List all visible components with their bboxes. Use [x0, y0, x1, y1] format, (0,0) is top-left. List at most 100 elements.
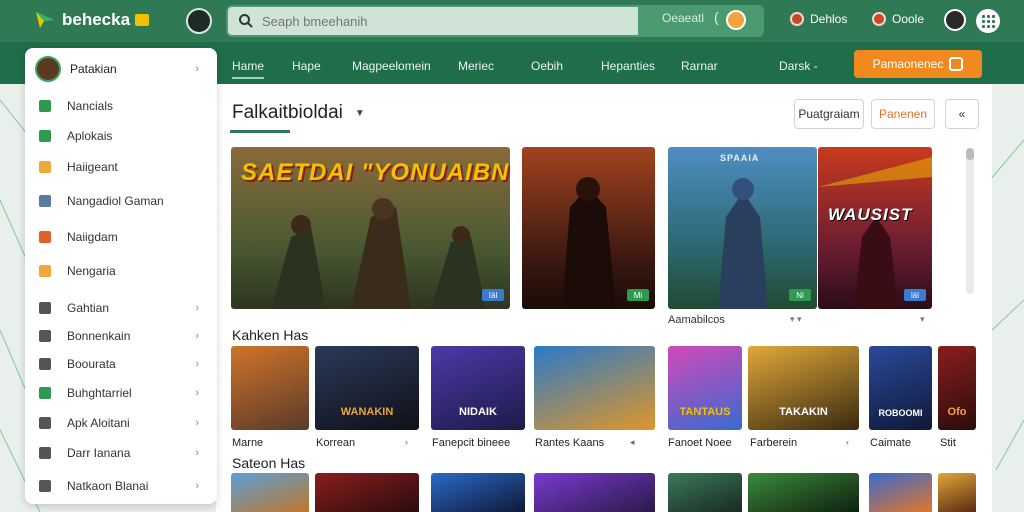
logo-arrow-icon: [36, 12, 54, 28]
game-thumb-5[interactable]: TANTAUS: [668, 346, 742, 430]
sidebar-item[interactable]: Nancials: [39, 95, 209, 117]
thumb-marker: ‹: [846, 437, 849, 447]
search-input[interactable]: [262, 13, 622, 29]
top-link-label: Ooole: [892, 12, 925, 26]
program-button[interactable]: Puatgraiam: [794, 99, 864, 129]
search-button[interactable]: Oeaeatl: [662, 11, 704, 25]
featured-card-3[interactable]: SPAAIA Ni: [668, 147, 817, 309]
top-link-1[interactable]: Dehlos: [790, 12, 847, 26]
sidebar-item-label: Apk Aloitani: [67, 416, 130, 430]
cta-button[interactable]: Pamaonenec: [854, 50, 982, 78]
apps-grid-icon[interactable]: [976, 9, 1000, 33]
nav-item-2[interactable]: Hape: [292, 59, 321, 73]
featured-caption: Aamabilcos: [668, 314, 725, 326]
featured-card-4[interactable]: WAUSIST läl: [818, 147, 932, 309]
sidebar-item[interactable]: Aplokais: [39, 125, 209, 147]
scrollbar[interactable]: [966, 148, 974, 294]
sidebar-item-icon: [39, 330, 51, 342]
game-thumb-row2[interactable]: [869, 473, 932, 512]
featured-art: [818, 157, 932, 309]
sidebar-item-icon: [39, 195, 51, 207]
top-link-2[interactable]: Ooole: [872, 12, 924, 26]
featured-card-2[interactable]: Mi: [522, 147, 655, 309]
thumb-marker: ›: [405, 437, 408, 447]
game-thumb-4[interactable]: [534, 346, 655, 430]
thumb-caption[interactable]: Caimate: [870, 437, 911, 449]
featured-tag: Iäl: [482, 289, 504, 301]
game-thumb-7[interactable]: ROBOOMI: [869, 346, 932, 430]
sidebar-item-icon: [39, 358, 51, 370]
thumb-caption[interactable]: Fanoet Noee: [668, 437, 732, 449]
thumb-caption[interactable]: Korrean: [316, 437, 355, 449]
game-thumb-1[interactable]: [231, 346, 309, 430]
game-thumb-row2[interactable]: [748, 473, 859, 512]
featured-tag: läl: [904, 289, 926, 301]
sidebar-item[interactable]: Boourata ›: [39, 353, 209, 375]
game-thumb-3[interactable]: NIDAIK: [431, 346, 525, 430]
sidebar-item-icon: [39, 130, 51, 142]
sidebar-item[interactable]: Apk Aloitani ›: [39, 412, 209, 434]
sidebar-item-icon: [39, 161, 51, 173]
sidebar-header-label: Patakian: [70, 62, 117, 76]
game-thumb-row2[interactable]: [431, 473, 525, 512]
nav-item-4[interactable]: Meriec: [458, 59, 494, 73]
thumb-title: WANAKIN: [340, 406, 394, 418]
thumb-caption[interactable]: Rantes Kaans: [535, 437, 604, 449]
title-underline: [230, 130, 290, 133]
thumb-caption[interactable]: Fanepcit bineee: [432, 437, 510, 449]
sidebar-item[interactable]: Darr Ianana ›: [39, 442, 209, 464]
user-avatar[interactable]: [186, 8, 212, 34]
profile-avatar[interactable]: [944, 9, 966, 31]
app-logo[interactable]: behecka: [34, 10, 150, 30]
game-thumb-row2[interactable]: [938, 473, 976, 512]
game-thumb-8[interactable]: Ofo: [938, 346, 976, 430]
featured-marker: ▾ ▾: [790, 314, 802, 324]
nav-item-7[interactable]: Rarnar: [681, 59, 718, 73]
nav-item-6[interactable]: Hepanties: [601, 59, 655, 73]
game-thumb-row2[interactable]: [668, 473, 742, 512]
thumb-caption[interactable]: Farberein: [750, 437, 797, 449]
sidebar-item-label: Darr Ianana: [67, 446, 131, 460]
game-thumb-6[interactable]: TAKAKIN: [748, 346, 859, 430]
featured-art: [718, 178, 768, 309]
sidebar-item-label: Boourata: [67, 357, 116, 371]
scrollbar-thumb[interactable]: [966, 148, 974, 160]
game-thumb-row2[interactable]: [534, 473, 655, 512]
chevron-right-icon: ›: [195, 387, 199, 399]
sidebar-item-label: Haiigeant: [67, 160, 118, 174]
sidebar-item[interactable]: Gahtian ›: [39, 297, 209, 319]
sidebar-item[interactable]: Nangadiol Gaman: [39, 190, 209, 212]
collapse-button[interactable]: «: [945, 99, 979, 129]
sidebar-header[interactable]: Patakian ›: [35, 54, 209, 84]
nav-item-3[interactable]: Magpeelomein: [352, 59, 431, 73]
sidebar-item-icon: [39, 100, 51, 112]
sidebar-item[interactable]: Naiigdam: [39, 226, 209, 248]
sidebar-item[interactable]: Natkaon Blanai ›: [39, 475, 209, 497]
featured-title: SAETDAI "YONUAIBN: [241, 159, 510, 186]
thumb-caption[interactable]: Marne: [232, 437, 263, 449]
sidebar-item[interactable]: Bonnenkain ›: [39, 325, 209, 347]
panel-button[interactable]: Panenen: [871, 99, 935, 129]
sidebar-item-label: Aplokais: [67, 129, 113, 143]
nav-item-5[interactable]: Oebih: [531, 59, 563, 73]
coin-icon[interactable]: [726, 10, 746, 30]
sidebar-item-label: Buhghtarriel: [67, 386, 132, 400]
sidebar-item[interactable]: Haiigeant: [39, 156, 209, 178]
top-link-icon: [872, 12, 886, 26]
featured-title: SPAAIA: [720, 153, 760, 163]
game-thumb-2[interactable]: WANAKIN: [315, 346, 419, 430]
thumb-caption[interactable]: Stit: [940, 437, 956, 449]
cta-icon: [949, 57, 964, 71]
featured-card-1[interactable]: SAETDAI "YONUAIBN Iäl: [231, 147, 510, 309]
page-title-text: Falkaitbioldai: [232, 102, 343, 123]
nav-item-dropdown[interactable]: Darsk -: [779, 59, 818, 73]
page-title[interactable]: Falkaitbioldai ▼: [232, 102, 365, 124]
chevron-right-icon: ›: [195, 480, 199, 492]
search-field[interactable]: [228, 7, 638, 35]
sidebar-item[interactable]: Buhghtarriel ›: [39, 382, 209, 404]
game-thumb-row2[interactable]: [315, 473, 419, 512]
game-thumb-row2[interactable]: [231, 473, 309, 512]
nav-item-home[interactable]: Hame: [232, 59, 265, 79]
sidebar-item[interactable]: Nengaria: [39, 260, 209, 282]
sidebar-item-label: Bonnenkain: [67, 329, 131, 343]
